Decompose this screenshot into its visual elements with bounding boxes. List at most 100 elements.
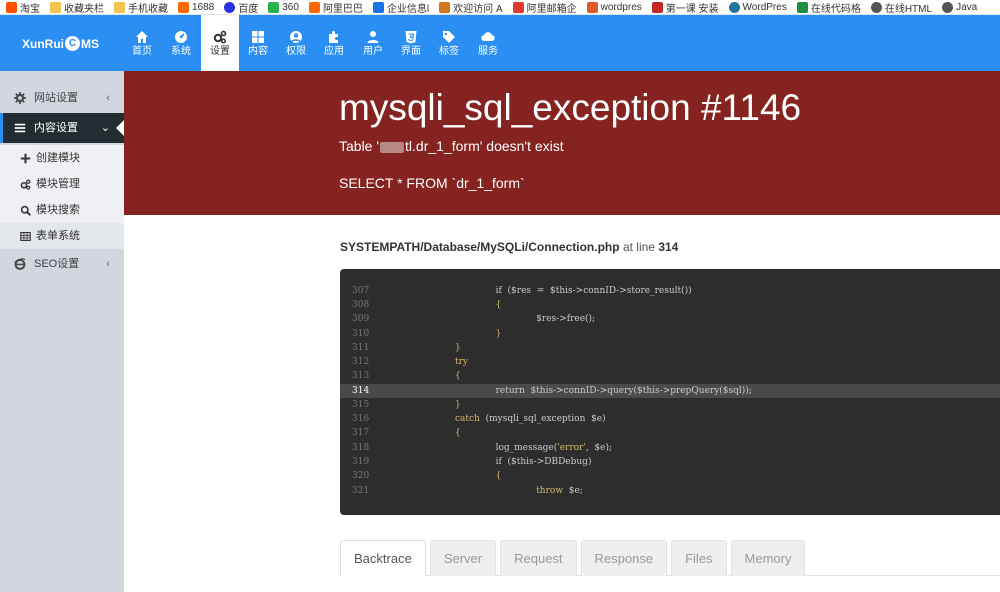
nav-item-6[interactable]: 用户	[354, 15, 392, 71]
code-token: {	[495, 471, 502, 481]
tab-backtrace[interactable]: Backtrace	[340, 540, 426, 576]
bookmark-item[interactable]: 阿里邮箱企	[512, 0, 577, 15]
nav-item-3[interactable]: 内容	[239, 15, 277, 71]
code-line: 321 throw $e;	[340, 484, 1000, 498]
bookmark-item[interactable]: 1688	[178, 1, 215, 13]
sidebar-item-label: 表单系统	[36, 230, 80, 242]
code-token: if ($this->DBDebug)	[495, 457, 592, 467]
site-1688-icon	[178, 1, 189, 13]
bookmark-item[interactable]: 企业信息l	[372, 0, 429, 14]
line-number: 313	[352, 371, 370, 381]
nav-label: 权限	[286, 46, 306, 57]
lesson-icon	[651, 1, 663, 13]
bookmark-item[interactable]: 在线代码格	[796, 0, 861, 14]
tab-memory[interactable]: Memory	[730, 540, 806, 576]
plus-icon	[20, 153, 31, 164]
alibaba-icon	[308, 1, 320, 13]
bookmark-label: 欢迎访问 A	[453, 3, 503, 15]
folder-icon	[50, 1, 61, 13]
bookmark-label: 阿里邮箱企	[526, 3, 577, 15]
error-message: Table ' tl.dr_1_form' doesn't exist	[339, 138, 564, 154]
brand-logo[interactable]: XunRui C MS	[22, 36, 99, 51]
brand-c-mark: C	[65, 36, 80, 51]
redacted-db-name	[380, 141, 405, 153]
line-number: 315	[352, 400, 370, 410]
nav-item-4[interactable]: 权限	[277, 15, 315, 71]
bookmark-item[interactable]: 淘宝	[6, 0, 40, 15]
line-number: 317	[352, 428, 370, 438]
code-token: }	[455, 400, 461, 410]
nav-label: 服务	[478, 46, 498, 57]
tab-response[interactable]: Response	[580, 540, 668, 576]
sidebar-item-6[interactable]: SEO设置 ‹	[0, 249, 124, 279]
sidebar-item-1[interactable]: 内容设置 ⌄	[0, 113, 124, 143]
code-line: 315}	[340, 398, 1000, 412]
bookmark-item[interactable]: 收藏夹栏	[50, 0, 104, 14]
nav-item-5[interactable]: 应用	[315, 15, 353, 71]
line-number: 309	[352, 314, 370, 324]
error-message-suffix: tl.dr_1_form' doesn't exist	[405, 138, 564, 154]
bookmark-label: 手机收藏	[128, 3, 168, 15]
home-icon	[135, 30, 149, 44]
bookmark-label: 淘宝	[20, 3, 40, 15]
bookmark-item[interactable]: 第一课 安装	[651, 0, 719, 14]
bookmark-label: WordPres	[742, 1, 787, 13]
code-line: 308 {	[340, 298, 1000, 312]
code-token: catch	[455, 414, 480, 424]
sidebar-item-4[interactable]: 模块搜索	[0, 197, 124, 223]
code-line: 309 $res->free();	[340, 312, 1000, 326]
line-number: 308	[352, 300, 370, 310]
nav-item-8[interactable]: 标签	[430, 15, 468, 71]
bookmark-label: 1688	[192, 1, 215, 13]
code-token: (mysqli_sql_exception $e)	[479, 414, 606, 424]
code-line-highlighted: 314 return $this->connID->query($this->pr…	[340, 384, 1000, 398]
code-token: log_message(	[495, 443, 558, 453]
code-text: {	[496, 298, 502, 312]
nav-label: 应用	[324, 46, 344, 57]
bookmark-item[interactable]: wordpres	[586, 1, 642, 13]
code-token: }	[495, 329, 502, 339]
code-token: try	[455, 357, 469, 367]
baidu-icon	[224, 1, 236, 13]
error-message-prefix: Table '	[339, 138, 380, 154]
code-token: {	[455, 428, 461, 438]
bookmark-item[interactable]: 手机收藏	[114, 0, 168, 15]
cloud-icon	[481, 30, 495, 44]
bookmark-item[interactable]: 欢迎访问 A	[439, 0, 503, 15]
bookmark-item[interactable]: 360	[268, 1, 299, 13]
sidebar-item-2[interactable]: 创建模块	[0, 145, 124, 171]
tab-server[interactable]: Server	[429, 540, 497, 576]
active-indicator	[0, 113, 3, 143]
qixin-icon	[372, 1, 384, 13]
cog-icon	[14, 92, 26, 104]
nav-item-7[interactable]: 界面	[392, 15, 430, 71]
code-text: {	[455, 426, 461, 440]
nav-item-2[interactable]: 设置	[201, 15, 239, 71]
bookmark-item[interactable]: 阿里巴巴	[308, 0, 363, 15]
sidebar-item-3[interactable]: 模块管理	[0, 171, 124, 197]
bookmark-item[interactable]: WordPres	[728, 1, 787, 13]
tab-files[interactable]: Files	[671, 540, 727, 576]
code-text: catch (mysqli_sql_exception $e)	[455, 412, 606, 426]
nav-item-1[interactable]: 系统	[162, 15, 200, 71]
nav-label: 首页	[132, 46, 152, 57]
code-token: return $this->connID->query($this->prepQ…	[495, 386, 752, 396]
wordpress-c-icon	[586, 1, 598, 13]
sidebar-item-0[interactable]: 网站设置 ‹	[0, 83, 124, 113]
nav-item-9[interactable]: 服务	[469, 15, 507, 71]
tab-request[interactable]: Request	[500, 540, 577, 576]
bookmark-item[interactable]: Java	[942, 1, 977, 13]
code-token: $e;	[563, 486, 583, 496]
at-line-text: at line	[622, 240, 655, 254]
sidebar-item-label: 网站设置	[34, 92, 78, 104]
nav-item-0[interactable]: 首页	[123, 15, 161, 71]
table-icon	[20, 231, 31, 242]
aliyun-mail-icon	[512, 1, 524, 13]
code-line: 318 log_message('error', $e);	[340, 441, 1000, 455]
code-text: throw $e;	[536, 484, 583, 498]
bookmark-label: 阿里巴巴	[322, 3, 363, 15]
bookmark-item[interactable]: 百度	[224, 0, 258, 14]
bookmark-item[interactable]: 在线HTML	[870, 0, 932, 14]
sidebar-item-5[interactable]: 表单系统	[0, 223, 124, 249]
code-line: 307 if ($res = $this->connID->store_resul…	[340, 284, 1000, 298]
